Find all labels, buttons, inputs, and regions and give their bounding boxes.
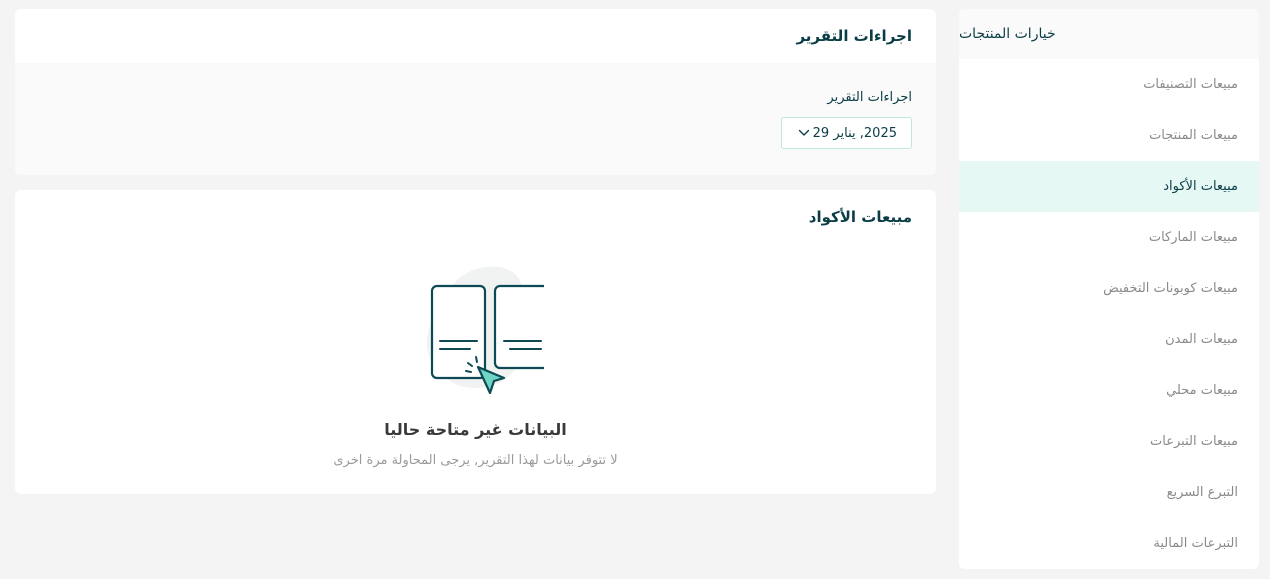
codes-sales-card: مبيعات الأكواد البيانات غير متاحة حاليا …	[15, 190, 936, 494]
report-actions-title: اجراءات التقرير	[796, 27, 912, 45]
illustration-left-panel	[430, 284, 487, 380]
sidebar-list: مبيعات التصنيفات مبيعات المنتجات مبيعات …	[959, 59, 1259, 569]
date-select-value: 2025, يناير 29	[812, 125, 897, 141]
report-actions-header: اجراءات التقرير	[15, 9, 936, 63]
sidebar-item-donations-sales[interactable]: مبيعات التبرعات	[959, 416, 1259, 467]
sidebar-item-label: مبيعات الأكواد	[1163, 179, 1238, 194]
sidebar-item-quick-donation[interactable]: التبرع السريع	[959, 467, 1259, 518]
sidebar-item-categories-sales[interactable]: مبيعات التصنيفات	[959, 59, 1259, 110]
codes-sales-title: مبيعات الأكواد	[808, 208, 912, 226]
sidebar-item-label: التبرعات المالية	[1153, 536, 1238, 551]
sidebar-item-coupons-sales[interactable]: مبيعات كوبونات التخفيض	[959, 263, 1259, 314]
sidebar-header-label: خيارات المنتجات	[959, 26, 1056, 42]
sidebar-item-brands-sales[interactable]: مبيعات الماركات	[959, 212, 1259, 263]
sidebar-item-products-sales[interactable]: مبيعات المنتجات	[959, 110, 1259, 161]
chevron-down-icon	[798, 129, 810, 136]
sidebar-item-label: مبيعات الماركات	[1148, 230, 1238, 245]
sidebar-item-label: مبيعات التبرعات	[1150, 434, 1238, 449]
date-select[interactable]: 2025, يناير 29	[781, 117, 912, 149]
sidebar-item-label: التبرع السريع	[1166, 485, 1238, 500]
sidebar-item-label: مبيعات المدن	[1165, 332, 1238, 347]
report-sidebar: خيارات المنتجات مبيعات التصنيفات مبيعات …	[959, 9, 1259, 569]
sidebar-item-label: مبيعات محلي	[1166, 383, 1238, 398]
empty-state-title: البيانات غير متاحة حاليا	[384, 420, 567, 439]
sidebar-item-local-sales[interactable]: مبيعات محلي	[959, 365, 1259, 416]
illustration-right-panel	[493, 284, 544, 370]
sidebar-item-financial-donations[interactable]: التبرعات المالية	[959, 518, 1259, 569]
sidebar-item-label: مبيعات التصنيفات	[1143, 77, 1238, 92]
sidebar-item-codes-sales[interactable]: مبيعات الأكواد	[959, 161, 1259, 212]
sidebar-header: خيارات المنتجات	[959, 9, 1259, 59]
empty-state-subtitle: لا تتوفر بيانات لهذا التقرير, يرجى المحا…	[333, 453, 618, 468]
date-field-label: اجراءات التقرير	[827, 90, 912, 105]
sidebar-item-label: مبيعات المنتجات	[1149, 128, 1238, 143]
sidebar-item-label: مبيعات كوبونات التخفيض	[1103, 281, 1238, 296]
sidebar-item-cities-sales[interactable]: مبيعات المدن	[959, 314, 1259, 365]
report-actions-card: اجراءات التقرير اجراءات التقرير 2025, ين…	[15, 9, 936, 175]
empty-report-illustration	[426, 266, 544, 395]
report-actions-body: اجراءات التقرير 2025, يناير 29	[15, 63, 936, 175]
